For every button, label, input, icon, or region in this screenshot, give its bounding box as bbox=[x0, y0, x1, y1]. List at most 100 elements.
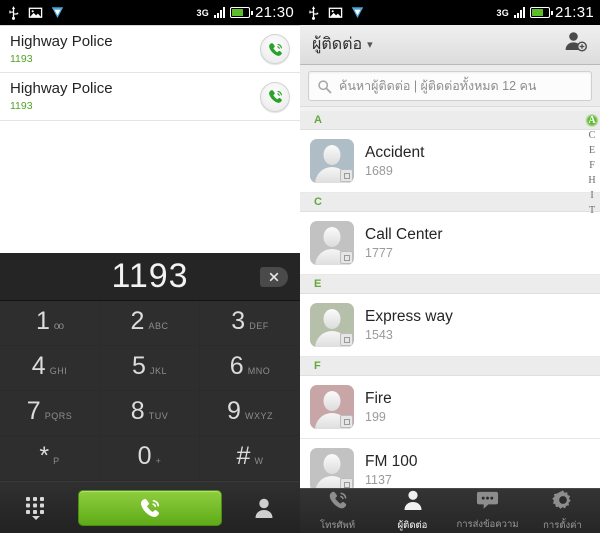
section-header: E bbox=[300, 275, 600, 294]
key-digit: 1 bbox=[35, 307, 50, 335]
section-header: C bbox=[300, 193, 600, 212]
key-7[interactable]: 7 PQRS bbox=[0, 391, 100, 436]
network-type-label: 3G bbox=[196, 7, 209, 18]
dial-display[interactable]: 1193 bbox=[0, 253, 300, 301]
key-subtext: MNO bbox=[247, 366, 271, 376]
contact-row[interactable]: Accident 1689 bbox=[300, 130, 600, 193]
key-subtext: W bbox=[254, 456, 264, 466]
key-subtext: WXYZ bbox=[244, 411, 273, 421]
shield-icon bbox=[51, 7, 64, 19]
backspace-button[interactable] bbox=[260, 266, 288, 287]
call-number: 1193 bbox=[10, 52, 33, 65]
keypad-icon bbox=[26, 496, 45, 520]
call-info: Highway Police 1193 bbox=[10, 33, 260, 66]
right-screen-contacts: 3G 21:31 ผู้ติดต่อ ▾ ค้นหาผู้ติดต่อ | ผู… bbox=[300, 0, 600, 533]
call-log-row[interactable]: Highway Police 1193 bbox=[0, 25, 300, 73]
person-icon bbox=[403, 489, 423, 516]
dialed-number: 1193 bbox=[111, 257, 189, 295]
keypad-toggle-button[interactable] bbox=[21, 496, 51, 520]
search-placeholder: ค้นหาผู้ติดต่อ | ผู้ติดต่อทั้งหมด 12 คน bbox=[339, 79, 537, 93]
call-back-button[interactable] bbox=[260, 34, 290, 64]
key-4[interactable]: 4 GHI bbox=[0, 346, 100, 391]
contact-info: Fire 199 bbox=[365, 389, 392, 426]
contact-name: FM 100 bbox=[365, 452, 418, 470]
tab-phone[interactable]: โทรศัพท์ bbox=[300, 489, 375, 533]
key-digit: 8 bbox=[130, 397, 145, 425]
key-hash[interactable]: # W bbox=[200, 436, 300, 481]
key-9[interactable]: 9 WXYZ bbox=[200, 391, 300, 436]
usb-icon bbox=[9, 6, 19, 20]
index-letter-H[interactable]: H bbox=[585, 174, 599, 187]
shield-icon bbox=[351, 7, 364, 19]
dial-call-button[interactable] bbox=[77, 489, 222, 526]
contacts-list[interactable]: A Accident 1689 C Call Center 1777 E Express wa… bbox=[300, 111, 600, 488]
contact-row[interactable]: FM 100 1137 bbox=[300, 439, 600, 488]
call-info: Highway Police 1193 bbox=[10, 80, 260, 113]
call-number: 1193 bbox=[10, 100, 33, 112]
key-digit: * bbox=[39, 442, 50, 470]
index-letter-I[interactable]: I bbox=[585, 189, 599, 202]
key-0[interactable]: 0 + bbox=[100, 436, 200, 481]
call-log-row[interactable]: Highway Police 1193 bbox=[0, 73, 300, 121]
contact-row[interactable]: Express way 1543 bbox=[300, 294, 600, 357]
contact-number: 1137 bbox=[365, 472, 392, 487]
contact-row[interactable]: Fire 199 bbox=[300, 376, 600, 439]
key-2[interactable]: 2 ABC bbox=[100, 301, 200, 346]
bottom-tab-bar: โทรศัพท์ ผู้ติดต่อ การส่งข้อความ การตั้งค่า bbox=[300, 488, 600, 533]
contact-row[interactable]: Call Center 1777 bbox=[300, 212, 600, 275]
index-letter-T[interactable]: T bbox=[585, 204, 599, 217]
battery-icon bbox=[229, 7, 253, 18]
key-8[interactable]: 8 TUV bbox=[100, 391, 200, 436]
key-subtext: + bbox=[155, 456, 162, 466]
index-letter-E[interactable]: E bbox=[585, 144, 599, 157]
status-clock: 21:31 bbox=[554, 4, 594, 21]
chevron-down-icon[interactable]: ▾ bbox=[367, 38, 373, 51]
tab-label: ผู้ติดต่อ bbox=[397, 520, 428, 531]
key-digit: 5 bbox=[132, 352, 146, 380]
key-star[interactable]: * P bbox=[0, 436, 100, 481]
sim-badge-icon bbox=[340, 333, 353, 346]
alphabet-index[interactable]: ACEFHIT bbox=[584, 111, 600, 217]
screenshot-icon bbox=[28, 7, 43, 18]
dual-screenshot: 3G 21:30 Highway Police 1193 Highway Pol… bbox=[0, 0, 600, 533]
add-contact-button[interactable] bbox=[564, 30, 588, 59]
tab-person[interactable]: ผู้ติดต่อ bbox=[375, 489, 450, 533]
status-icons bbox=[6, 5, 65, 20]
sim-badge-icon bbox=[340, 478, 353, 488]
person-icon bbox=[255, 498, 273, 518]
call-back-button[interactable] bbox=[260, 81, 290, 112]
sim-badge-icon bbox=[340, 169, 353, 182]
key-digit: 4 bbox=[31, 352, 46, 380]
search-input[interactable]: ค้นหาผู้ติดต่อ | ผู้ติดต่อทั้งหมด 12 คน bbox=[308, 71, 592, 101]
screenshot-icon bbox=[328, 7, 343, 18]
call-contact-name: Highway Police bbox=[10, 32, 113, 50]
message-icon bbox=[476, 490, 499, 515]
dialer-action-bar bbox=[0, 481, 300, 533]
tab-gear[interactable]: การตั้งค่า bbox=[525, 489, 600, 533]
key-3[interactable]: 3 DEF bbox=[200, 301, 300, 346]
key-subtext: DEF bbox=[249, 321, 269, 331]
voicemail-icon: oo bbox=[53, 321, 64, 332]
tab-label: โทรศัพท์ bbox=[319, 520, 356, 531]
key-1[interactable]: 1 oo bbox=[0, 301, 100, 346]
left-screen-dialer: 3G 21:30 Highway Police 1193 Highway Pol… bbox=[0, 0, 300, 533]
key-6[interactable]: 6 MNO bbox=[200, 346, 300, 391]
key-subtext: ABC bbox=[148, 321, 169, 331]
contacts-button[interactable] bbox=[249, 497, 279, 519]
status-icons bbox=[306, 5, 365, 20]
index-letter-C[interactable]: C bbox=[585, 129, 599, 142]
key-subtext: GHI bbox=[49, 366, 68, 376]
backspace-icon bbox=[269, 272, 279, 281]
key-subtext: JKL bbox=[149, 366, 167, 376]
call-icon bbox=[268, 90, 282, 103]
contact-info: Accident 1689 bbox=[365, 143, 424, 180]
index-letter-F[interactable]: F bbox=[585, 159, 599, 172]
tab-message[interactable]: การส่งข้อความ bbox=[450, 489, 525, 533]
key-5[interactable]: 5 JKL bbox=[100, 346, 200, 391]
contact-number: 1777 bbox=[365, 245, 393, 260]
avatar bbox=[310, 139, 354, 183]
contacts-header: ผู้ติดต่อ ▾ bbox=[300, 25, 600, 65]
index-letter-A[interactable]: A bbox=[585, 114, 599, 127]
battery-icon bbox=[529, 7, 553, 18]
key-digit: 2 bbox=[130, 307, 145, 335]
